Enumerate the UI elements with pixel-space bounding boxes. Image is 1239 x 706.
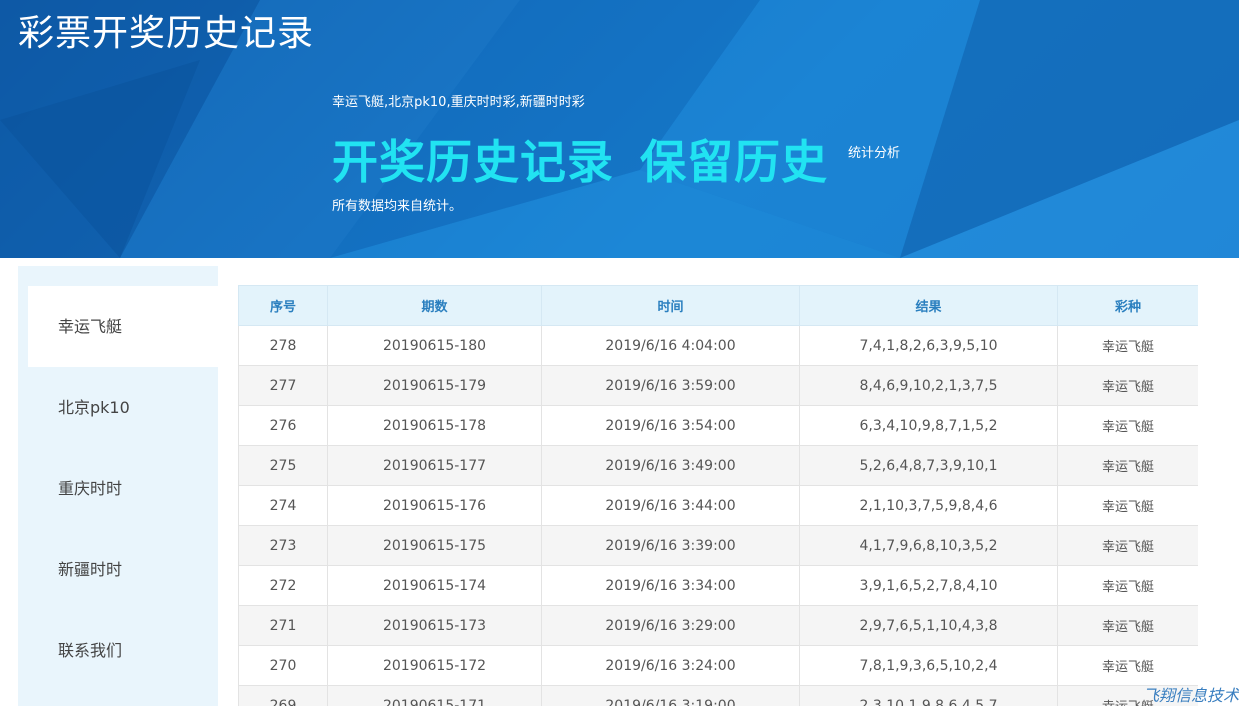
cell-lottery-type: 幸运飞艇 — [1057, 645, 1198, 686]
cell-lottery-type: 幸运飞艇 — [1057, 405, 1198, 446]
cell-issue: 20190615-177 — [327, 445, 542, 486]
cell-time: 2019/6/16 3:49:00 — [541, 445, 800, 486]
cell-index: 270 — [238, 645, 328, 686]
cell-index: 269 — [238, 685, 328, 706]
table-row: 269 20190615-171 2019/6/16 3:19:00 2,3,1… — [238, 685, 1198, 706]
cell-index: 274 — [238, 485, 328, 526]
cell-result: 2,3,10,1,9,8,6,4,5,7 — [799, 685, 1058, 706]
hero-note: 所有数据均来自统计。 — [332, 199, 463, 214]
sidebar-item-beijing-pk10[interactable]: 北京pk10 — [28, 367, 218, 448]
table-row: 273 20190615-175 2019/6/16 3:39:00 4,1,7… — [238, 525, 1198, 566]
sidebar-item-xingyunfeiting[interactable]: 幸运飞艇 — [28, 286, 218, 367]
cell-time: 2019/6/16 4:04:00 — [541, 325, 800, 366]
results-table: 序号 期数 时间 结果 彩种 278 20190615-180 2019/6/1… — [238, 285, 1198, 706]
cell-time: 2019/6/16 3:19:00 — [541, 685, 800, 706]
cell-result: 8,4,6,9,10,2,1,3,7,5 — [799, 365, 1058, 406]
cell-time: 2019/6/16 3:34:00 — [541, 565, 800, 606]
table-row: 270 20190615-172 2019/6/16 3:24:00 7,8,1… — [238, 645, 1198, 686]
cell-time: 2019/6/16 3:39:00 — [541, 525, 800, 566]
cell-time: 2019/6/16 3:59:00 — [541, 365, 800, 406]
cell-index: 273 — [238, 525, 328, 566]
cell-issue: 20190615-172 — [327, 645, 542, 686]
header-banner: 彩票开奖历史记录 幸运飞艇,北京pk10,重庆时时彩,新疆时时彩 开奖历史记录保… — [0, 0, 1239, 258]
cell-index: 276 — [238, 405, 328, 446]
cell-time: 2019/6/16 3:29:00 — [541, 605, 800, 646]
cell-time: 2019/6/16 3:54:00 — [541, 405, 800, 446]
cell-lottery-type: 幸运飞艇 — [1057, 605, 1198, 646]
site-title: 彩票开奖历史记录 — [18, 13, 315, 54]
table-row: 274 20190615-176 2019/6/16 3:44:00 2,1,1… — [238, 485, 1198, 526]
table-header-row: 序号 期数 时间 结果 彩种 — [238, 285, 1198, 326]
sidebar-item-chongqing-shishi[interactable]: 重庆时时 — [28, 448, 218, 529]
column-header-issue: 期数 — [327, 285, 542, 326]
cell-lottery-type: 幸运飞艇 — [1057, 485, 1198, 526]
cell-issue: 20190615-176 — [327, 485, 542, 526]
cell-result: 2,1,10,3,7,5,9,8,4,6 — [799, 485, 1058, 526]
cell-issue: 20190615-180 — [327, 325, 542, 366]
sidebar-item-contact-us[interactable]: 联系我们 — [28, 610, 218, 691]
cell-issue: 20190615-178 — [327, 405, 542, 446]
column-header-result: 结果 — [799, 285, 1058, 326]
hero-title: 开奖历史记录 保留历史 — [332, 126, 828, 192]
hero-title-part2: 保留历史 — [640, 135, 828, 189]
sidebar-item-xinjiang-shishi[interactable]: 新疆时时 — [28, 529, 218, 610]
cell-time: 2019/6/16 3:44:00 — [541, 485, 800, 526]
cell-result: 5,2,6,4,8,7,3,9,10,1 — [799, 445, 1058, 486]
sidebar-nav: 幸运飞艇 北京pk10 重庆时时 新疆时时 联系我们 — [18, 266, 218, 706]
cell-lottery-type: 幸运飞艇 — [1057, 525, 1198, 566]
table-row: 271 20190615-173 2019/6/16 3:29:00 2,9,7… — [238, 605, 1198, 646]
column-header-index: 序号 — [238, 285, 328, 326]
cell-index: 278 — [238, 325, 328, 366]
cell-issue: 20190615-174 — [327, 565, 542, 606]
cell-lottery-type: 幸运飞艇 — [1057, 365, 1198, 406]
cell-issue: 20190615-173 — [327, 605, 542, 646]
watermark-text: 飞翔信息技术 — [1142, 686, 1239, 705]
table-row: 278 20190615-180 2019/6/16 4:04:00 7,4,1… — [238, 325, 1198, 366]
results-table-container: 序号 期数 时间 结果 彩种 278 20190615-180 2019/6/1… — [238, 285, 1198, 706]
cell-issue: 20190615-179 — [327, 365, 542, 406]
column-header-lottery-type: 彩种 — [1057, 285, 1198, 326]
cell-index: 277 — [238, 365, 328, 406]
cell-result: 7,8,1,9,3,6,5,10,2,4 — [799, 645, 1058, 686]
cell-result: 4,1,7,9,6,8,10,3,5,2 — [799, 525, 1058, 566]
table-row: 272 20190615-174 2019/6/16 3:34:00 3,9,1… — [238, 565, 1198, 606]
cell-index: 275 — [238, 445, 328, 486]
cell-result: 2,9,7,6,5,1,10,4,3,8 — [799, 605, 1058, 646]
cell-index: 272 — [238, 565, 328, 606]
cell-lottery-type: 幸运飞艇 — [1057, 565, 1198, 606]
cell-result: 7,4,1,8,2,6,3,9,5,10 — [799, 325, 1058, 366]
cell-result: 6,3,4,10,9,8,7,1,5,2 — [799, 405, 1058, 446]
table-row: 277 20190615-179 2019/6/16 3:59:00 8,4,6… — [238, 365, 1198, 406]
column-header-time: 时间 — [541, 285, 800, 326]
table-row: 276 20190615-178 2019/6/16 3:54:00 6,3,4… — [238, 405, 1198, 446]
table-row: 275 20190615-177 2019/6/16 3:49:00 5,2,6… — [238, 445, 1198, 486]
cell-issue: 20190615-171 — [327, 685, 542, 706]
cell-result: 3,9,1,6,5,2,7,8,4,10 — [799, 565, 1058, 606]
cell-lottery-type: 幸运飞艇 — [1057, 445, 1198, 486]
hero-subtitle: 幸运飞艇,北京pk10,重庆时时彩,新疆时时彩 — [332, 95, 585, 110]
cell-lottery-type: 幸运飞艇 — [1057, 325, 1198, 366]
cell-issue: 20190615-175 — [327, 525, 542, 566]
cell-index: 271 — [238, 605, 328, 646]
hero-title-part1: 开奖历史记录 — [332, 135, 614, 189]
cell-time: 2019/6/16 3:24:00 — [541, 645, 800, 686]
hero-tag: 统计分析 — [848, 146, 901, 161]
